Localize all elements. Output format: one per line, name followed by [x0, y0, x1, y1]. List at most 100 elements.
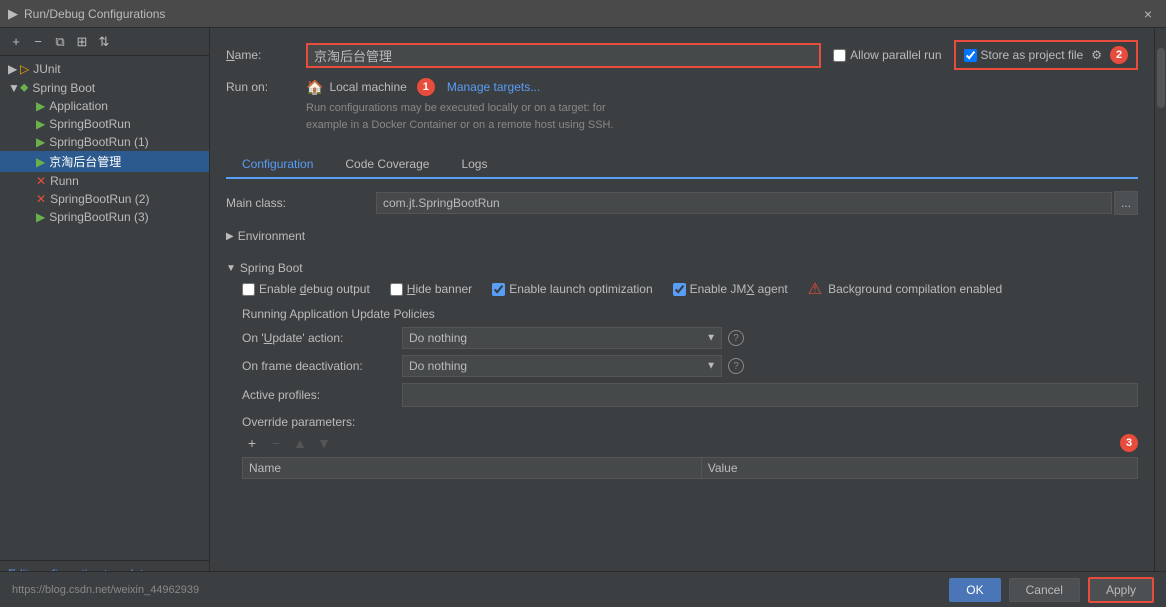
- tree-item-application[interactable]: ▶ Application: [0, 97, 209, 115]
- tree-item-springbootrun2[interactable]: ✕ SpringBootRun (2): [0, 190, 209, 208]
- jmx-agent-checkbox-item: Enable JMX agent: [673, 282, 788, 296]
- name-label: Name:: [226, 48, 306, 62]
- jmx-agent-label: Enable JMX agent: [690, 282, 788, 296]
- warning-icon: ⚠: [808, 279, 822, 299]
- spring-boot-content: Enable debug output Hide banner Enable l…: [226, 279, 1138, 479]
- config-tree: ▶ ▷ JUnit ▼ ⬥ Spring Boot ▶ Application: [0, 56, 209, 560]
- local-machine-text: Local machine: [329, 80, 406, 94]
- springbootrun1-label: SpringBootRun (1): [49, 135, 148, 149]
- springbootrun-label: SpringBootRun: [49, 117, 130, 131]
- override-table: Name Value: [242, 457, 1138, 479]
- left-panel: + − ⧉ ⊞ ⇅ ▶ ▷ JUnit ▼ ⬥ Spring Boot: [0, 28, 210, 607]
- tree-arrow-springboot: ▼: [8, 81, 20, 95]
- config-tabs: Configuration Code Coverage Logs: [226, 151, 1138, 179]
- tree-arrow-junit: ▶: [8, 62, 20, 76]
- tree-item-junit[interactable]: ▶ ▷ JUnit: [0, 60, 209, 78]
- debug-output-checkbox-item: Enable debug output: [242, 282, 370, 296]
- spring-boot-header[interactable]: ▼ Spring Boot: [226, 257, 1138, 279]
- env-arrow-icon: ▶: [226, 231, 234, 242]
- add-config-button[interactable]: +: [6, 32, 26, 52]
- hide-banner-label: Hide banner: [407, 282, 472, 296]
- override-add-button[interactable]: +: [242, 433, 262, 453]
- title-text: Run/Debug Configurations: [24, 7, 1138, 21]
- badge-3: 3: [1120, 434, 1138, 452]
- title-bar: ▶ Run/Debug Configurations ×: [0, 0, 1166, 28]
- on-update-help-icon[interactable]: ?: [728, 330, 744, 346]
- cancel-button[interactable]: Cancel: [1009, 578, 1080, 602]
- override-down-button[interactable]: ▼: [314, 433, 334, 453]
- manage-targets-link[interactable]: Manage targets...: [447, 80, 540, 94]
- tab-logs[interactable]: Logs: [445, 151, 503, 179]
- junit-icon: ▷: [20, 62, 29, 76]
- jingtao-label: 京淘后台管理: [49, 153, 121, 170]
- sort-config-button[interactable]: ⇅: [94, 32, 114, 52]
- store-project-label: Store as project file: [981, 48, 1084, 62]
- scrollbar[interactable]: [1154, 28, 1166, 607]
- tree-item-springbootrun1[interactable]: ▶ SpringBootRun (1): [0, 133, 209, 151]
- title-icon: ▶: [8, 6, 18, 22]
- springbootrun1-icon: ▶: [36, 135, 45, 149]
- name-input[interactable]: [306, 43, 821, 68]
- close-button[interactable]: ×: [1138, 4, 1158, 24]
- environment-label: Environment: [238, 229, 305, 243]
- override-toolbar: + − ▲ ▼ 3: [242, 433, 1138, 453]
- application-label: Application: [49, 99, 108, 113]
- main-class-label: Main class:: [226, 196, 376, 210]
- tab-configuration[interactable]: Configuration: [226, 151, 329, 179]
- allow-parallel-checkbox[interactable]: [833, 49, 846, 62]
- bottom-left: https://blog.csdn.net/weixin_44962939: [12, 584, 199, 596]
- springbootrun3-icon: ▶: [36, 210, 45, 224]
- launch-opt-checkbox[interactable]: [492, 283, 505, 296]
- override-up-button[interactable]: ▲: [290, 433, 310, 453]
- hide-banner-checkbox[interactable]: [390, 283, 403, 296]
- jmx-agent-checkbox[interactable]: [673, 283, 686, 296]
- ok-button[interactable]: OK: [949, 578, 1000, 602]
- on-frame-label: On frame deactivation:: [242, 359, 402, 373]
- debug-output-checkbox[interactable]: [242, 283, 255, 296]
- left-toolbar: + − ⧉ ⊞ ⇅: [0, 28, 209, 56]
- bottom-right: OK Cancel Apply: [949, 577, 1154, 603]
- jingtao-icon: ▶: [36, 155, 45, 169]
- override-remove-button[interactable]: −: [266, 433, 286, 453]
- run-hint: Run configurations may be executed local…: [306, 100, 1138, 133]
- header-area: Name: Allow parallel run Store as projec…: [226, 40, 1138, 143]
- spring-boot-checkboxes: Enable debug output Hide banner Enable l…: [242, 279, 1138, 299]
- policies-title: Running Application Update Policies: [242, 307, 1138, 321]
- tree-item-springbootrun[interactable]: ▶ SpringBootRun: [0, 115, 209, 133]
- store-project-checkbox[interactable]: [964, 49, 977, 62]
- on-update-row: On 'Update' action: Do nothing Update cl…: [242, 327, 1138, 349]
- bottom-bar: https://blog.csdn.net/weixin_44962939 OK…: [0, 571, 1166, 607]
- active-profiles-label: Active profiles:: [242, 388, 402, 402]
- group-config-button[interactable]: ⊞: [72, 32, 92, 52]
- copy-config-button[interactable]: ⧉: [50, 32, 70, 52]
- remove-config-button[interactable]: −: [28, 32, 48, 52]
- main-class-input[interactable]: [376, 192, 1112, 214]
- right-panel: Name: Allow parallel run Store as projec…: [210, 28, 1154, 607]
- bg-compile-label: Background compilation enabled: [828, 282, 1002, 296]
- browse-button[interactable]: ...: [1114, 191, 1138, 215]
- spring-boot-section: ▼ Spring Boot Enable debug output Hide b…: [226, 257, 1138, 479]
- run-on-value: 🏠 Local machine 1: [306, 78, 435, 96]
- junit-label: JUnit: [33, 62, 60, 76]
- on-update-select-wrapper: Do nothing Update classes and resources …: [402, 327, 722, 349]
- springboot-group-label: Spring Boot: [32, 81, 95, 95]
- launch-opt-label: Enable launch optimization: [509, 282, 652, 296]
- springbootrun2-icon: ✕: [36, 192, 46, 206]
- tree-item-springbootrun3[interactable]: ▶ SpringBootRun (3): [0, 208, 209, 226]
- on-update-select[interactable]: Do nothing Update classes and resources …: [402, 327, 722, 349]
- environment-header[interactable]: ▶ Environment: [226, 225, 1138, 247]
- active-profiles-input[interactable]: [402, 383, 1138, 407]
- override-value-header: Value: [701, 458, 1137, 479]
- allow-parallel-option: Allow parallel run: [833, 48, 941, 62]
- debug-output-label: Enable debug output: [259, 282, 370, 296]
- run-on-row: Run on: 🏠 Local machine 1 Manage targets…: [226, 78, 1138, 96]
- tab-code-coverage[interactable]: Code Coverage: [329, 151, 445, 179]
- tree-item-runn[interactable]: ✕ Runn: [0, 172, 209, 190]
- on-frame-select[interactable]: Do nothing Update classes and resources …: [402, 355, 722, 377]
- springbootrun3-label: SpringBootRun (3): [49, 210, 148, 224]
- top-options: Allow parallel run Store as project file…: [833, 40, 1138, 70]
- tree-item-jingtao[interactable]: ▶ 京淘后台管理: [0, 151, 209, 172]
- apply-button[interactable]: Apply: [1088, 577, 1154, 603]
- on-frame-help-icon[interactable]: ?: [728, 358, 744, 374]
- tree-item-springboot-group[interactable]: ▼ ⬥ Spring Boot: [0, 78, 209, 97]
